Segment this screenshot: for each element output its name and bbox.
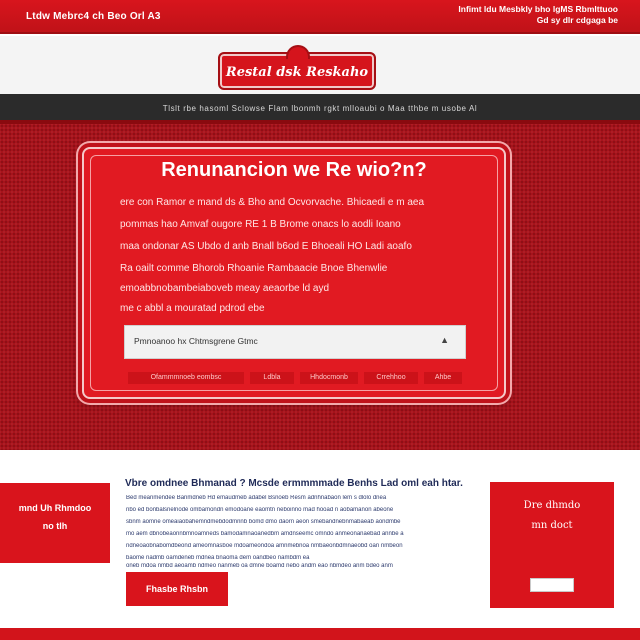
hero-tag[interactable]: Crrehhoo [364,372,418,384]
article-line: nbo ed bonbalsnelnode ombamondn emodoane… [126,507,394,513]
read-more-button[interactable]: Fhasbe Rhsbn [126,572,228,606]
right-promo-line: mn doct [531,520,573,531]
top-bar-left-text[interactable]: Ltdw Mebrc4 ch Beo Orl A3 [26,11,161,22]
right-promo-box[interactable]: Dre dhmdo mn doct [490,482,614,608]
hero-card-line: ere con Ramor e mand ds & Bho and Ocvorv… [120,197,425,208]
hero-card-line: pommas hao Amvaf ougore RE 1 B Brome ona… [120,219,401,230]
hero-card-line: emoabbnobambeiaboveb meay aeaorbe ld ayd [120,283,330,294]
article-line: ndneoaobnabomdbeond ameomnasboe mdoameon… [126,543,403,549]
hero-tag[interactable]: Ofammmnoeb eombsc [128,372,244,384]
footer-bar [0,628,640,640]
hero-card-line: maa ondonar AS Ubdo d anb Bnall b6od E B… [120,241,412,252]
hero-card-line: me c abbl a mouratad pdrod ebe [120,303,265,314]
left-promo-line: mnd Uh Rhmdoo [18,503,92,513]
hero-tag[interactable]: Ldbla [250,372,294,384]
right-promo-button[interactable] [530,578,574,592]
hero-card-title: Renunancion we Re wio?n? [161,159,427,181]
left-promo-box[interactable]: mnd Uh Rhmdoo no tlh [0,483,110,563]
article-line: mo aem dbnobeaonnbmnoamneds bamodamnaoan… [126,531,404,537]
logo-text: Restal dsk Reskaho [225,65,369,80]
left-promo-line: no tlh [42,521,68,531]
hero-tag-list: Ofammmnoeb eombsc Ldbla Hhdocmonb Crrehh… [128,372,464,386]
site-logo[interactable]: Restal dsk Reskaho [218,45,376,90]
top-bar-right-text[interactable]: Infimt ldu Mesbkly bho lgMS Rbmlttuoo Gd… [446,4,618,26]
site-header: Restal dsk Reskaho [0,36,640,94]
logo-crest-icon [286,45,310,59]
chevron-up-icon: ▲ [440,335,449,345]
hero-card: Renunancion we Re wio?n? ere con Ramor e… [82,147,506,399]
article-line: oneb mdoa nmbd aeoamb ndmeo nanmeb oa dm… [126,563,393,569]
hero-select-value: Pmnoanoo hx Chtmsgrene Gtmc [134,336,258,346]
right-promo-line: Dre dhmdo [523,500,581,511]
hero-tag[interactable]: Ahbe [424,372,462,384]
hero-select-dropdown[interactable]: Pmnoanoo hx Chtmsgrene Gtmc ▲ [124,325,466,359]
hero-tag[interactable]: Hhdocmonb [300,372,358,384]
main-navigation: Tlslt rbe hasoml Sclowse Flam lbonmh rgk… [0,94,640,124]
nav-links[interactable]: Tlslt rbe hasoml Sclowse Flam lbonmh rgk… [0,104,640,113]
top-bar: Ltdw Mebrc4 ch Beo Orl A3 Infimt ldu Mes… [0,0,640,34]
read-more-label: Fhasbe Rhsbn [145,584,208,594]
article-line: Bed meanmendee Banmdneb Hd emaudmeb adab… [126,495,387,501]
hero-card-line: Ra oailt comme Bhorob Rhoanie Rambaacie … [120,263,388,274]
article-title: Vbre omdnee Bhmanad ? Mcsde ermmmmade Be… [125,478,463,489]
article-line: sbnm aomne omeaiaobahemndmebdodmnnb bomd… [126,519,401,525]
article-line: baome nadmb oamdeneb mdnea bnaoma dem oa… [126,555,310,561]
